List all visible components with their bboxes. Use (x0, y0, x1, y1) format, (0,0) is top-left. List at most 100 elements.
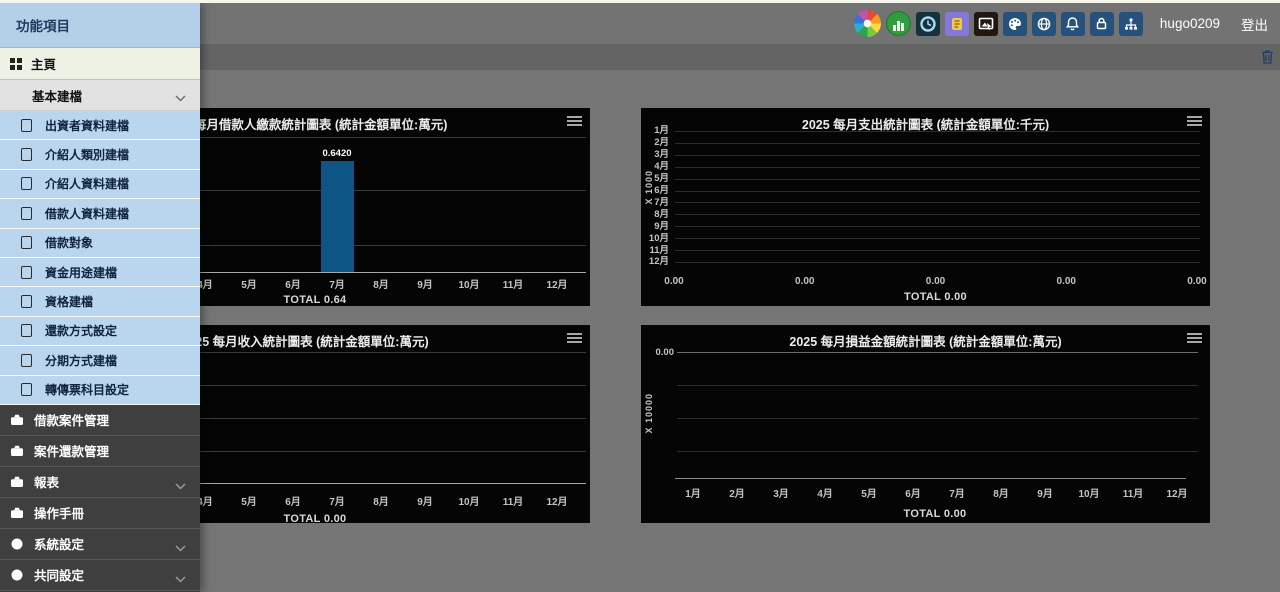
sidebar-subitem-10[interactable]: 轉傳票科目設定 (0, 376, 200, 405)
axis-month-label: 10月 (447, 276, 491, 291)
gridline (675, 250, 1200, 251)
sidebar-item-label: 案件還款管理 (34, 441, 109, 460)
chart-menu-icon[interactable] (1187, 333, 1202, 345)
sidebar-subitem-label: 資金用途建檔 (45, 264, 117, 281)
gridline (675, 191, 1200, 192)
globe-app-icon[interactable] (1032, 12, 1056, 36)
gridline (677, 385, 1198, 386)
axis-month-label: 11月 (491, 493, 535, 508)
chart-total-label: TOTAL 0.00 (671, 508, 1199, 520)
y-axis-unit-label: X 10000 (644, 393, 654, 434)
sidebar-item-1[interactable]: 借款案件管理 (0, 405, 200, 436)
gridline (675, 214, 1200, 215)
axis-value-label: 0.00 (1057, 276, 1076, 287)
sidebar-item-6[interactable]: 共同設定 (0, 560, 200, 591)
gridline (675, 143, 1200, 144)
sidebar-subitem-1[interactable]: 出資者資料建檔 (0, 111, 200, 140)
gridline (675, 167, 1200, 168)
x-axis-labels: 1月2月3月4月5月6月7月8月9月10月11月12月 (671, 485, 1199, 500)
sitemap-app-icon[interactable] (1119, 12, 1143, 36)
trash-icon[interactable] (1261, 49, 1274, 70)
sidebar-item-2[interactable]: 案件還款管理 (0, 436, 200, 467)
grid (675, 131, 1200, 263)
sidebar-subitem-label: 轉傳票科目設定 (45, 381, 129, 398)
lock-app-icon[interactable] (1090, 12, 1114, 36)
sidebar-subitem-2[interactable]: 介紹人類別建檔 (0, 140, 200, 169)
chart-menu-icon[interactable] (567, 116, 582, 128)
bell-app-icon[interactable] (1061, 12, 1085, 36)
axis-month-label: 2月 (641, 138, 669, 148)
sidebar-item-label: 操作手冊 (34, 503, 84, 522)
square-outline-icon (21, 266, 32, 279)
briefcase-icon (10, 475, 24, 488)
color-wheel-icon[interactable] (854, 10, 881, 37)
chart-menu-icon[interactable] (567, 333, 582, 345)
axis-month-label: 10月 (641, 234, 669, 244)
logout-button[interactable]: 登出 (1241, 14, 1268, 34)
sidebar-item-label: 系統設定 (34, 534, 84, 553)
bar (321, 161, 354, 272)
axis-month-label: 6月 (271, 276, 315, 291)
chart-total-label: TOTAL 0.00 (674, 291, 1197, 303)
sidebar-item-label: 共同設定 (34, 565, 84, 584)
sidebar-group-basic-setup[interactable]: 基本建檔 (0, 80, 200, 111)
palette-app-icon[interactable] (1003, 12, 1027, 36)
gridline (677, 451, 1198, 452)
sidebar-subitem-7[interactable]: 資格建檔 (0, 287, 200, 316)
sidebar-subitem-label: 介紹人資料建檔 (45, 175, 129, 192)
sidebar-subitem-label: 分期方式建檔 (45, 352, 117, 369)
sidebar-subitem-8[interactable]: 還款方式設定 (0, 317, 200, 346)
scroll-app-icon[interactable] (945, 12, 969, 36)
axis-month-label: 12月 (535, 493, 579, 508)
screen-app-icon[interactable] (974, 12, 998, 36)
sidebar-subitem-label: 資格建檔 (45, 293, 93, 310)
sidebar-subitem-label: 借款對象 (45, 234, 93, 251)
circle-icon (10, 538, 24, 550)
chevron-down-icon (175, 572, 186, 586)
sidebar-item-4[interactable]: 操作手冊 (0, 498, 200, 529)
axis-month-label: 9月 (403, 276, 447, 291)
chevron-down-icon (175, 91, 186, 105)
sidebar-item-5[interactable]: 系統設定 (0, 529, 200, 560)
gridline (675, 238, 1200, 239)
gridline (675, 155, 1200, 156)
axis-value-label: 0.00 (795, 276, 814, 287)
gridline (675, 262, 1200, 263)
x-axis-labels: 0.000.000.000.000.00 (674, 276, 1197, 288)
sidebar-group-label: 基本建檔 (32, 86, 82, 105)
chart-title: 2025 每月損益金額統計圖表 (統計金額單位:萬元) (641, 331, 1210, 350)
axis-month-label: 12月 (641, 257, 669, 267)
sidebar-subitem-5[interactable]: 借款對象 (0, 229, 200, 258)
sidebar-subitem-label: 介紹人類別建檔 (45, 146, 129, 163)
briefcase-icon (10, 413, 24, 426)
sidebar-item-home[interactable]: 主頁 (0, 48, 200, 80)
axis-month-label: 12月 (1155, 485, 1199, 500)
sidebar-main-menu: 借款案件管理案件還款管理報表操作手冊系統設定共同設定 (0, 405, 200, 591)
axis-month-label: 11月 (1111, 485, 1155, 500)
square-outline-icon (21, 207, 32, 220)
sidebar-item-label: 主頁 (31, 54, 56, 73)
sidebar-item-label: 報表 (34, 472, 59, 491)
top-accent-line (0, 0, 1280, 3)
axis-month-label: 12月 (535, 276, 579, 291)
sidebar-subitem-9[interactable]: 分期方式建檔 (0, 346, 200, 375)
clock-app-icon[interactable] (916, 12, 940, 36)
sidebar-item-label: 借款案件管理 (34, 410, 109, 429)
sidebar-subitem-label: 借款人資料建檔 (45, 205, 129, 222)
square-outline-icon (21, 324, 32, 337)
axis-month-label: 1月 (671, 485, 715, 500)
square-outline-icon (21, 236, 32, 249)
zero-line (677, 352, 1198, 353)
sidebar-subitem-6[interactable]: 資金用途建檔 (0, 258, 200, 287)
axis-value-label: 0.00 (926, 276, 945, 287)
sidebar-item-3[interactable]: 報表 (0, 467, 200, 498)
axis-month-label: 8月 (359, 276, 403, 291)
chevron-down-icon (175, 541, 186, 555)
green-coin-icon[interactable] (886, 11, 911, 36)
bar-value-label: 0.6420 (307, 148, 367, 159)
sidebar-subitem-3[interactable]: 介紹人資料建檔 (0, 170, 200, 199)
sidebar-subitem-4[interactable]: 借款人資料建檔 (0, 199, 200, 228)
axis-month-label: 7月 (935, 485, 979, 500)
axis-month-label: 3月 (641, 150, 669, 160)
chart-menu-icon[interactable] (1187, 116, 1202, 128)
